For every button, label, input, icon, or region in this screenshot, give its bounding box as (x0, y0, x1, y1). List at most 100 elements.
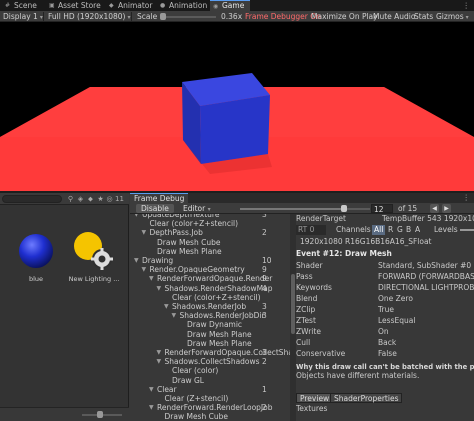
tab-animator[interactable]: ◆ Animator (106, 0, 152, 11)
mute-audio-toggle[interactable]: Mute Audio (373, 11, 415, 22)
tree-row[interactable]: ▼ Drawing 10 (130, 256, 290, 265)
expand-triangle-icon[interactable]: ▼ (149, 403, 154, 412)
star-icon[interactable]: ★ (96, 194, 105, 204)
tree-row[interactable]: Draw Mesh Plane (130, 247, 290, 256)
expand-triangle-icon[interactable]: ▼ (142, 265, 147, 274)
tab-asset-store[interactable]: ▣ Asset Store (46, 0, 101, 11)
scale-value: 0.36x (221, 12, 243, 21)
tab-game[interactable]: ◉ Game (210, 0, 250, 11)
frame-debugger-toggle[interactable]: Frame Debugger On (245, 11, 321, 22)
tree-row[interactable]: Draw Mesh Plane (130, 339, 290, 348)
game-toolbar: Display 1 Full HD (1920x1080) Scale 0.36… (0, 11, 474, 22)
tree-row[interactable]: ▼ Shadows.RenderJob 3 (130, 302, 290, 311)
tree-row-count: 3 (262, 348, 267, 357)
tree-row[interactable]: ▼ Shadows.CollectShadows 2 (130, 357, 290, 366)
expand-triangle-icon[interactable]: ▼ (157, 357, 162, 366)
display-dropdown[interactable]: Display 1 (3, 11, 43, 22)
kebab-menu-icon[interactable]: ⋮ (463, 193, 471, 203)
tree-row[interactable]: Draw Mesh Cube (130, 412, 290, 421)
tree-row[interactable]: ▼ RenderForward.RenderLoopJob 2 (130, 403, 290, 412)
property-value: LessEqual (378, 316, 416, 325)
cube-front-face (200, 95, 270, 164)
scale-slider-handle[interactable] (160, 13, 166, 20)
rt-select[interactable]: RT 0 (296, 225, 326, 235)
scrollbar-thumb[interactable] (291, 274, 295, 334)
tree-row-count: 4 (262, 283, 267, 293)
disable-button[interactable]: Disable (136, 204, 174, 213)
levels-slider[interactable] (460, 229, 474, 231)
maximize-on-play-toggle[interactable]: Maximize On Play (311, 11, 378, 22)
tree-row-count: 2 (262, 357, 267, 367)
kebab-menu-icon[interactable]: ⋮ (463, 0, 471, 11)
expand-triangle-icon[interactable]: ▼ (134, 256, 139, 265)
gizmos-dropdown[interactable]: Gizmos (436, 11, 469, 22)
property-name: Shader (296, 261, 323, 270)
expand-triangle-icon[interactable]: ▼ (157, 284, 162, 293)
channel-all-button[interactable]: All (372, 225, 386, 235)
tree-row-count: 10 (262, 256, 272, 265)
stats-toggle[interactable]: Stats (414, 11, 433, 22)
tree-row[interactable]: ▼ DepthPass.Job 2 (130, 228, 290, 237)
tree-row-count: 1 (262, 384, 267, 394)
event-slider-track[interactable] (240, 208, 370, 210)
target-dropdown[interactable]: Editor ▾ (178, 204, 216, 213)
expand-triangle-icon[interactable]: ▼ (149, 274, 154, 283)
channel-a-button[interactable]: A (415, 225, 420, 235)
next-event-button[interactable]: ▶ (442, 204, 451, 213)
tree-row[interactable]: ▼ Shadows.RenderJobDir 3 (130, 311, 290, 320)
search-input[interactable] (2, 195, 62, 203)
previous-event-button[interactable]: ◀ (430, 204, 439, 213)
channel-g-button[interactable]: G (397, 225, 403, 235)
asset-count: 11 (115, 195, 124, 203)
lighting-settings-icon (74, 232, 113, 270)
tag-icon[interactable]: ◈ (76, 194, 85, 204)
project-panel: ⚲ ◈ ⬥ ★ ◎ 11 blue New Lighting ... (0, 193, 129, 421)
eye-icon[interactable]: ◎ (105, 194, 114, 204)
tree-row[interactable]: ▼ Render.OpaqueGeometry 9 (130, 265, 290, 274)
channel-r-button[interactable]: R (388, 225, 393, 235)
channel-b-button[interactable]: B (406, 225, 411, 235)
project-footer (0, 407, 129, 421)
expand-triangle-icon[interactable]: ▼ (142, 228, 147, 237)
expand-triangle-icon[interactable]: ▼ (149, 385, 154, 394)
tree-row[interactable]: Clear (color) (130, 366, 290, 375)
asset-lighting-settings[interactable]: New Lighting ... (68, 231, 120, 283)
tab-animation[interactable]: ● Animation (157, 0, 207, 11)
tree-row[interactable]: Clear (color+Z+stencil) (130, 293, 290, 302)
tree-row[interactable]: Draw GL (130, 376, 290, 385)
tree-row[interactable]: ▼ RenderForwardOpaque.Render 9 (130, 274, 290, 283)
event-slider-handle[interactable] (341, 205, 347, 212)
tree-row[interactable]: ▼ RenderForwardOpaque.CollectSha 3 (130, 348, 291, 357)
tab-scene[interactable]: # Scene (2, 0, 37, 11)
tab-frame-debug[interactable]: Frame Debug (130, 193, 189, 203)
expand-triangle-icon[interactable]: ▼ (157, 348, 162, 357)
resolution-dropdown[interactable]: Full HD (1920x1080) (48, 11, 131, 22)
event-tree[interactable]: ▼ UpdateDepthTexture 3 Clear (color+Z+stenc… (130, 214, 290, 421)
asset-blue-material[interactable]: blue (10, 231, 62, 283)
current-event-field[interactable]: 12 (371, 204, 393, 214)
tree-row[interactable]: Draw Mesh Cube (130, 238, 290, 247)
tree-row[interactable]: ▼ Shadows.RenderShadowMap 4 (130, 284, 290, 293)
label-icon[interactable]: ⬥ (86, 194, 95, 204)
render-target-label: RenderTarget (296, 214, 346, 223)
tree-row-count: 3 (262, 311, 267, 321)
filter-icon[interactable]: ⚲ (66, 194, 75, 204)
tree-row[interactable]: Draw Dynamic (130, 320, 290, 329)
tree-row[interactable]: Clear (Z+stencil) (130, 394, 290, 403)
tree-row[interactable]: ▼ Clear 1 (130, 385, 290, 394)
tab-shader-properties[interactable]: ShaderProperties (330, 393, 403, 403)
scale-slider-track[interactable] (160, 16, 216, 18)
property-name: Conservative (296, 349, 346, 358)
tree-row[interactable]: Clear (color+Z+stencil) (130, 219, 290, 228)
game-view[interactable] (0, 22, 474, 191)
property-name: Keywords (296, 283, 332, 292)
tree-row-label: DepthPass.Job (149, 228, 203, 238)
channels-label: Channels (336, 225, 371, 234)
expand-triangle-icon[interactable]: ▼ (164, 302, 169, 311)
shader-tabs: Preview ShaderProperties (296, 393, 474, 403)
icon-size-slider-handle[interactable] (97, 411, 103, 418)
property-value: FORWARD (FORWARDBASE) (378, 272, 474, 281)
expand-triangle-icon[interactable]: ▼ (172, 311, 177, 320)
tab-preview[interactable]: Preview (296, 393, 334, 403)
tree-row[interactable]: Draw Mesh Plane (130, 330, 290, 339)
